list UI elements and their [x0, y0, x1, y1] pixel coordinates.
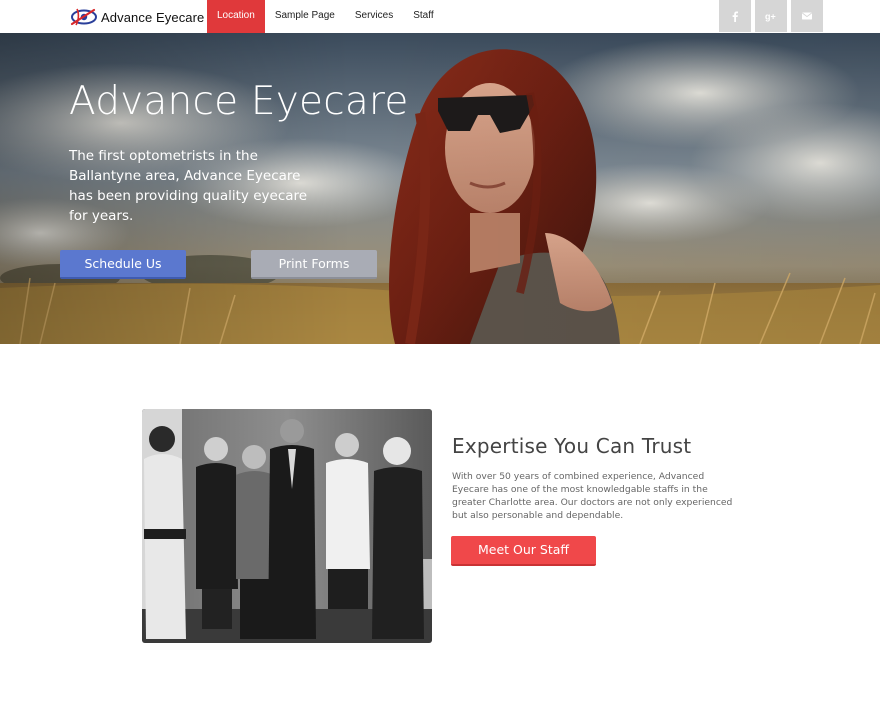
- svg-text:g+: g+: [765, 12, 776, 22]
- team-photo: [142, 409, 432, 643]
- brand-name: Advance Eyecare: [101, 9, 205, 25]
- mail-icon: [802, 12, 812, 20]
- nav-item-staff[interactable]: Staff: [403, 0, 443, 33]
- mail-button[interactable]: [791, 0, 823, 32]
- google-plus-icon: g+: [765, 12, 776, 22]
- top-navbar: Advance Eyecare Location Sample Page Ser…: [0, 0, 880, 33]
- main-nav: Location Sample Page Services Staff: [207, 0, 444, 33]
- brand-logo[interactable]: Advance Eyecare: [69, 6, 204, 28]
- section-title: Expertise You Can Trust: [452, 434, 692, 458]
- google-plus-button[interactable]: g+: [755, 0, 787, 32]
- nav-item-services[interactable]: Services: [345, 0, 403, 33]
- nav-item-sample-page[interactable]: Sample Page: [265, 0, 345, 33]
- hero-subtitle: The first optometrists in the Ballantyne…: [69, 148, 308, 224]
- meet-our-staff-button[interactable]: Meet Our Staff: [451, 536, 596, 566]
- facebook-button[interactable]: [719, 0, 751, 32]
- print-forms-button[interactable]: Print Forms: [251, 250, 377, 279]
- schedule-us-button[interactable]: Schedule Us: [60, 250, 186, 279]
- facebook-icon: [732, 11, 738, 22]
- staff-group-image: [142, 409, 432, 643]
- eye-logo-icon: [70, 8, 97, 26]
- social-links: g+: [719, 0, 823, 32]
- hero-title: Advance Eyecare: [69, 79, 409, 124]
- hero-banner: Advance Eyecare The first optometrists i…: [0, 33, 880, 344]
- nav-item-location[interactable]: Location: [207, 0, 265, 33]
- section-body: With over 50 years of combined experienc…: [452, 471, 733, 521]
